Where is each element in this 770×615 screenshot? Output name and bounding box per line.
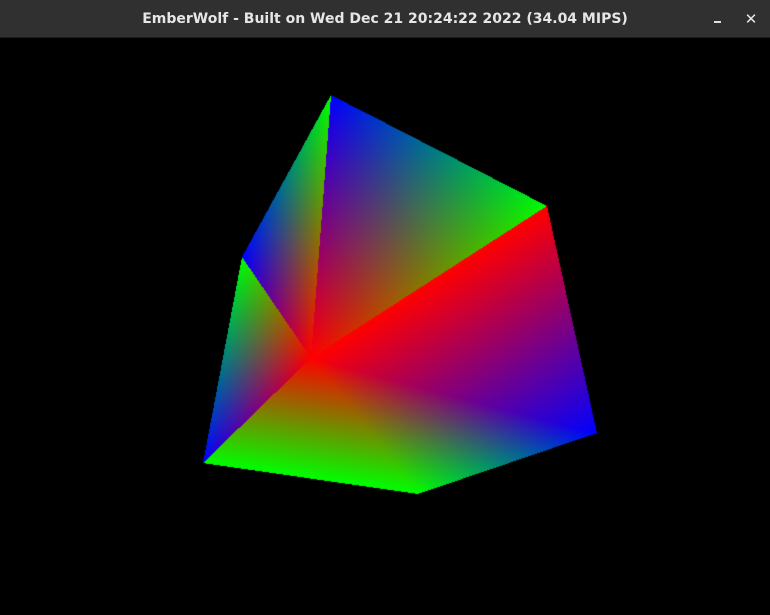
app-window: EmberWolf - Built on Wed Dec 21 20:24:22…	[0, 0, 770, 615]
close-icon: ✕	[744, 10, 758, 28]
render-viewport[interactable]	[0, 38, 770, 615]
rendered-cube-scene	[0, 38, 770, 615]
minimize-button[interactable]	[706, 7, 730, 31]
minimize-icon	[714, 21, 721, 23]
title-bar[interactable]: EmberWolf - Built on Wed Dec 21 20:24:22…	[0, 0, 770, 38]
close-button[interactable]: ✕	[739, 7, 763, 31]
window-title: EmberWolf - Built on Wed Dec 21 20:24:22…	[142, 11, 628, 27]
